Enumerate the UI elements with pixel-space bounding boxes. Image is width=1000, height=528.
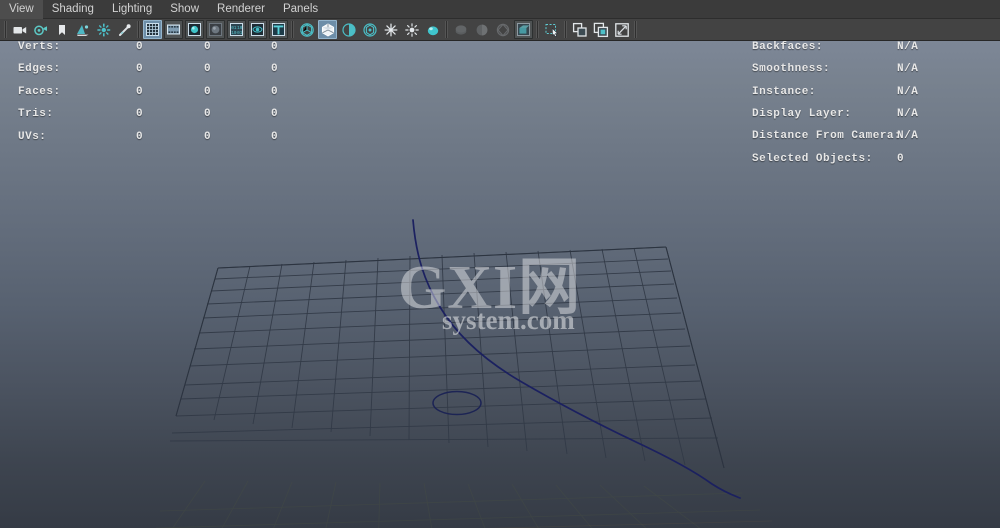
menu-show[interactable]: Show (161, 0, 208, 19)
film-gate-icon[interactable] (164, 20, 183, 39)
menu-shading[interactable]: Shading (43, 0, 103, 19)
toolbar-separator (634, 21, 637, 38)
hud-value-distance-from-camera: N/A (897, 130, 919, 142)
xray-active-icon[interactable] (360, 20, 379, 39)
flat-shade-icon[interactable] (206, 20, 225, 39)
hud-label-selected-objects: Selected Objects: (752, 153, 873, 165)
hud-label-distance-from-camera: Distance From Camera: (752, 130, 902, 142)
bookmark-icon[interactable] (52, 20, 71, 39)
hud-uvs-col-2: 0 (271, 131, 279, 143)
image-plane-icon[interactable] (73, 20, 92, 39)
screenspace-aa-icon[interactable] (493, 20, 512, 39)
hud-value-selected-objects: 0 (897, 153, 905, 165)
hud-label-backfaces: Backfaces: (752, 41, 824, 53)
gamma-icon[interactable] (472, 20, 491, 39)
texture-sphere-icon[interactable] (248, 20, 267, 39)
hud-value-display-layer: N/A (897, 108, 919, 120)
hud-value-backfaces: N/A (897, 41, 919, 53)
hud-faces-col-1: 0 (204, 86, 212, 98)
hud-faces-col-2: 0 (271, 86, 279, 98)
hud-label-instance: Instance: (752, 86, 816, 98)
hud-value-smoothness: N/A (897, 63, 919, 75)
hud-object-details: Backfaces: N/A Smoothness: N/A Instance:… (0, 41, 918, 269)
toolbar-separator (291, 21, 294, 38)
two-pane-icon[interactable] (94, 20, 113, 39)
menu-view[interactable]: View (0, 0, 43, 19)
toolbar-separator (536, 21, 539, 38)
tear-off-icon[interactable] (612, 20, 631, 39)
hud-label-smoothness: Smoothness: (752, 63, 831, 75)
menu-renderer[interactable]: Renderer (208, 0, 274, 19)
hud-uvs-col-0: 0 (136, 131, 144, 143)
menubar: View Shading Lighting Show Renderer Pane… (0, 0, 1000, 19)
svg-text:10: 10 (231, 31, 237, 36)
ground-grid (175, 246, 725, 469)
hud-tris-col-0: 0 (136, 108, 144, 120)
texture-t-icon[interactable] (269, 20, 288, 39)
wireframe-shaded-icon[interactable]: 01 10 10 01 (227, 20, 246, 39)
isolate-select-icon[interactable] (514, 20, 533, 39)
viewport-3d[interactable]: GXI网 system.com Verts: 0 0 0 Edges: 0 0 … (0, 41, 1000, 528)
hud-uvs-col-1: 0 (204, 131, 212, 143)
hud-edges-col-1: 0 (204, 63, 212, 75)
menu-lighting[interactable]: Lighting (103, 0, 161, 19)
toolbar-separator (445, 21, 448, 38)
camera-icon[interactable] (10, 20, 29, 39)
viewport-toolbar: 01 10 10 01 (0, 19, 1000, 41)
depth-peel-icon[interactable] (451, 20, 470, 39)
hud-verts-col-2: 0 (271, 41, 279, 53)
motion-blur-icon[interactable] (402, 20, 421, 39)
xray-joints-icon[interactable] (339, 20, 358, 39)
hud-edges-col-0: 0 (136, 63, 144, 75)
hud-tris-col-1: 0 (204, 108, 212, 120)
nurbs-circle[interactable] (432, 390, 482, 416)
grid-icon[interactable] (143, 20, 162, 39)
maya-viewport-window: View Shading Lighting Show Renderer Pane… (0, 0, 1000, 528)
panel-layout-icon[interactable] (570, 20, 589, 39)
toolbar-separator (564, 21, 567, 38)
hud-edges-col-2: 0 (271, 63, 279, 75)
menu-panels[interactable]: Panels (274, 0, 327, 19)
exposure-icon[interactable] (115, 20, 134, 39)
panel-copy-icon[interactable] (591, 20, 610, 39)
svg-text:01: 01 (237, 31, 243, 36)
nurbs-curve[interactable] (412, 219, 741, 499)
hud-tris-col-2: 0 (271, 108, 279, 120)
hud-verts-col-1: 0 (204, 41, 212, 53)
camera-attributes-icon[interactable] (31, 20, 50, 39)
select-region-icon[interactable] (542, 20, 561, 39)
shadow-cube-icon[interactable] (297, 20, 316, 39)
foreground-grid (155, 480, 761, 528)
hud-label-display-layer: Display Layer: (752, 108, 852, 120)
multisample-icon[interactable] (423, 20, 442, 39)
ground-grid-cross (169, 246, 719, 442)
occlusion-icon[interactable] (381, 20, 400, 39)
toolbar-separator (137, 21, 140, 38)
xray-cube-icon[interactable] (318, 20, 337, 39)
hud-value-instance: N/A (897, 86, 919, 98)
shaded-sphere-icon[interactable] (185, 20, 204, 39)
hud-verts-col-0: 0 (136, 41, 144, 53)
hud-faces-col-0: 0 (136, 86, 144, 98)
toolbar-separator (4, 21, 7, 38)
